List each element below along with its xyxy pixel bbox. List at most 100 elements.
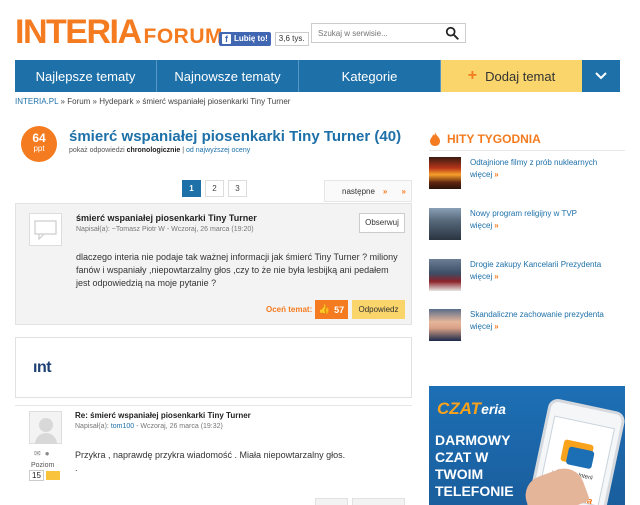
follow-button[interactable]: Obserwuj bbox=[359, 213, 405, 233]
avatar[interactable] bbox=[29, 411, 62, 444]
reply-body-extra: . bbox=[75, 463, 78, 473]
facebook-like-button[interactable]: f Lubię to! bbox=[219, 32, 271, 46]
czat-ad-line1: DARMOWY bbox=[435, 432, 511, 448]
hit-title[interactable]: Drogie zakupy Kancelarii Prezydenta bbox=[470, 259, 625, 270]
level-bar bbox=[45, 471, 60, 480]
czat-ad-text: DARMOWY CZAT W TWOIM TELEFONIE bbox=[435, 432, 514, 500]
user-icon[interactable]: ● bbox=[45, 449, 50, 458]
hit-title[interactable]: Nowy program religijny w TVP bbox=[470, 208, 625, 219]
hit-title[interactable]: Skandaliczne zachowanie prezydenta bbox=[470, 309, 625, 320]
sort-separator: | bbox=[182, 147, 185, 154]
nav-more-button[interactable] bbox=[582, 60, 620, 92]
add-topic-label: Dodaj temat bbox=[485, 68, 556, 84]
hit-thumbnail[interactable] bbox=[429, 259, 461, 291]
sort-chronological[interactable]: chronologicznie bbox=[127, 147, 181, 154]
chevron-down-icon bbox=[595, 72, 607, 80]
hit-title[interactable]: Odtajnione filmy z prób nuklearnych bbox=[470, 157, 625, 168]
post-title: śmierć wspaniałej piosenkarki Tiny Turne… bbox=[76, 213, 257, 223]
mail-icon[interactable]: ✉ bbox=[34, 449, 41, 458]
czat-logo-a: CZAT bbox=[437, 399, 482, 418]
page-3[interactable]: 3 bbox=[228, 180, 247, 197]
czat-ad-line3: TWOIM bbox=[435, 466, 484, 482]
czat-logo-b: eria bbox=[481, 401, 506, 417]
next-page-button[interactable]: następne » » bbox=[324, 180, 412, 202]
reply-title: Re: śmierć wspaniałej piosenkarki Tiny T… bbox=[75, 411, 251, 420]
breadcrumb: INTERIA.PL » Forum » Hydepark » śmierć w… bbox=[15, 97, 291, 106]
add-topic-button[interactable]: + Dodaj temat bbox=[441, 60, 582, 92]
logo-main: INTERIA bbox=[15, 13, 142, 51]
ad-banner[interactable]: ınt bbox=[15, 337, 412, 398]
more-label: więcej bbox=[470, 322, 493, 331]
reply-body: Przykra , naprawdę przykra wiadomość . M… bbox=[75, 449, 345, 475]
nav-best-topics[interactable]: Najlepsze tematy bbox=[15, 60, 157, 92]
user-icon-body bbox=[35, 433, 57, 444]
user-actions: ✉ ● bbox=[34, 449, 50, 458]
reply-body-text: Przykra , naprawdę przykra wiadomość . M… bbox=[75, 450, 346, 460]
reply-button[interactable] bbox=[352, 498, 405, 505]
hits-title: HITY TYGODNIA bbox=[447, 132, 541, 146]
topic-points-unit: ppt bbox=[33, 144, 45, 153]
rate-button[interactable] bbox=[315, 498, 348, 505]
search-input[interactable] bbox=[312, 24, 437, 42]
facebook-like-count: 3,6 tys. bbox=[274, 32, 309, 46]
hit-thumbnail[interactable] bbox=[429, 309, 461, 341]
hit-more-link[interactable]: więcej» bbox=[470, 221, 499, 230]
hits-header: HITY TYGODNIA bbox=[429, 132, 541, 146]
page-title: śmierć wspaniałej piosenkarki Tiny Turne… bbox=[69, 128, 402, 145]
sort-prefix: pokaż odpowiedzi bbox=[69, 147, 125, 154]
page-2[interactable]: 2 bbox=[205, 180, 224, 197]
flame-icon bbox=[430, 132, 440, 146]
more-label: więcej bbox=[470, 221, 493, 230]
page-1[interactable]: 1 bbox=[182, 180, 201, 197]
reply-button[interactable]: Odpowiedz bbox=[352, 300, 405, 319]
interia-logo: ınt bbox=[33, 359, 52, 376]
main-nav: Najlepsze tematy Najnowsze tematy Katego… bbox=[15, 60, 620, 92]
nav-categories[interactable]: Kategorie bbox=[299, 60, 441, 92]
reply-actions bbox=[315, 498, 405, 505]
breadcrumb-forum[interactable]: Forum bbox=[67, 97, 90, 106]
last-page-icon[interactable]: » bbox=[402, 187, 406, 196]
more-label: więcej bbox=[470, 170, 493, 179]
chevron-right-icon: » bbox=[382, 186, 388, 196]
speech-bubble-icon bbox=[34, 220, 57, 241]
avatar[interactable] bbox=[29, 213, 62, 246]
thumb-up-icon: 👍 bbox=[318, 304, 331, 314]
rate-button[interactable]: 👍 57 bbox=[315, 300, 348, 319]
czat-ad-banner[interactable]: CZATeria DARMOWY CZAT W TWOIM TELEFONIE … bbox=[429, 386, 625, 505]
plus-icon: + bbox=[467, 67, 478, 84]
nav-newest-topics[interactable]: Najnowsze tematy bbox=[157, 60, 299, 92]
pagination: 1 2 3 bbox=[182, 180, 251, 197]
logo[interactable]: INTERIA FORUM bbox=[15, 14, 223, 50]
reply-author[interactable]: tom100 bbox=[111, 423, 134, 430]
search-box[interactable] bbox=[311, 23, 466, 43]
hit-more-link[interactable]: więcej» bbox=[470, 322, 499, 331]
chevron-right-icon: » bbox=[494, 170, 499, 179]
sort-options: pokaż odpowiedzi chronologicznie | od na… bbox=[69, 147, 250, 154]
level-value: 15 bbox=[29, 470, 44, 481]
czat-logo: CZATeria bbox=[437, 399, 506, 419]
post-meta: Napisał(a): ~Tomasz Piotr W - Wczoraj, 2… bbox=[76, 226, 254, 233]
breadcrumb-hydepark[interactable]: Hydepark bbox=[99, 97, 133, 106]
facebook-like[interactable]: f Lubię to! 3,6 tys. bbox=[219, 32, 309, 46]
reply-meta: Napisał(a): tom100 - Wczoraj, 26 marca (… bbox=[75, 423, 223, 430]
chevron-right-icon: » bbox=[494, 221, 499, 230]
hit-more-link[interactable]: więcej» bbox=[470, 272, 499, 281]
breadcrumb-home[interactable]: INTERIA.PL bbox=[15, 97, 58, 106]
divider bbox=[429, 150, 625, 151]
sort-by-rating[interactable]: od najwyższej oceny bbox=[186, 147, 250, 154]
czat-ad-line2: CZAT W bbox=[435, 449, 489, 465]
reply-meta-prefix: Napisał(a): bbox=[75, 423, 109, 430]
topic-points-badge: 64 ppt bbox=[21, 126, 57, 162]
chevron-right-icon: » bbox=[494, 322, 499, 331]
hit-thumbnail[interactable] bbox=[429, 208, 461, 240]
reply-meta-suffix: - Wczoraj, 26 marca (19:32) bbox=[136, 423, 223, 430]
rate-count: 57 bbox=[334, 304, 345, 315]
facebook-like-label: Lubię to! bbox=[234, 34, 268, 43]
hit-thumbnail[interactable] bbox=[429, 157, 461, 189]
chevron-right-icon: » bbox=[494, 272, 499, 281]
logo-sub: FORUM bbox=[143, 25, 223, 48]
user-icon bbox=[39, 418, 53, 432]
hit-more-link[interactable]: więcej» bbox=[470, 170, 499, 179]
search-icon[interactable] bbox=[445, 26, 459, 40]
level-label: Poziom bbox=[31, 462, 55, 469]
